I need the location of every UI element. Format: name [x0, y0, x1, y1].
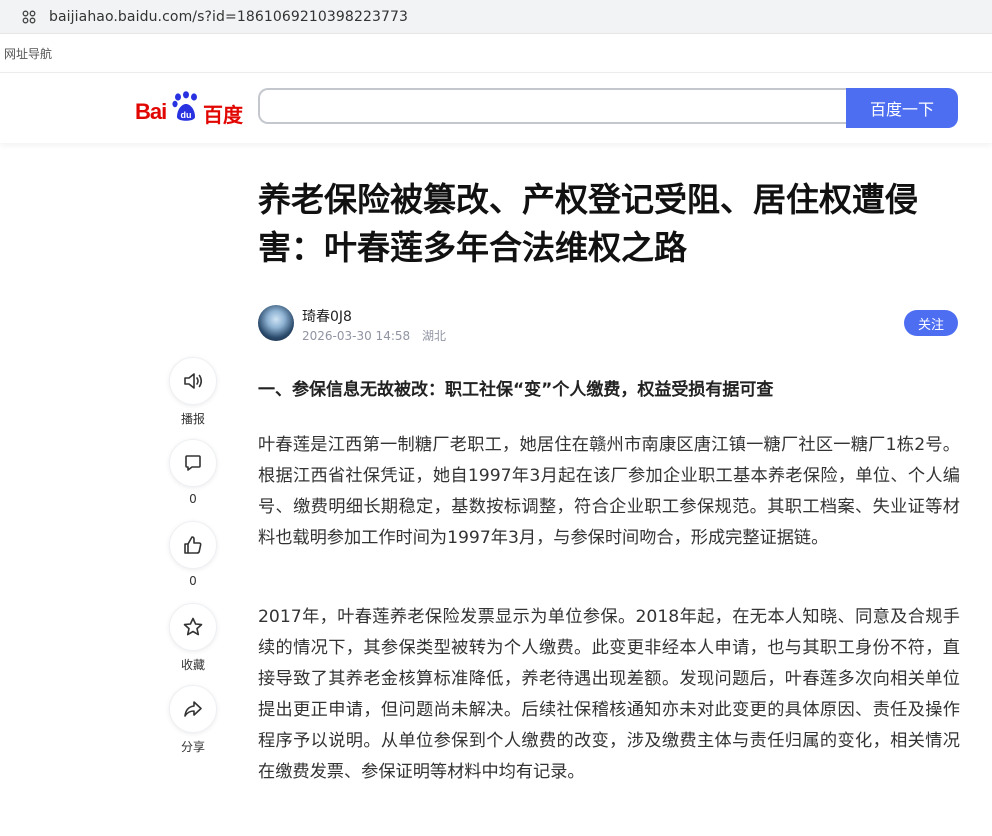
- search-button[interactable]: 百度一下: [846, 88, 958, 128]
- like-button[interactable]: [169, 521, 217, 569]
- url-text[interactable]: baijiahao.baidu.com/s?id=186106921039822…: [49, 9, 408, 25]
- logo-bai: Bai: [135, 99, 167, 124]
- logo-cn: 百度: [203, 103, 243, 127]
- article-paragraph: 叶春莲是江西第一制糖厂老职工，她居住在赣州市南康区唐江镇一糖厂社区一糖厂1栋2号…: [258, 435, 960, 548]
- bookmark-web-nav[interactable]: 网址导航: [4, 45, 52, 62]
- broadcast-action[interactable]: 播报: [169, 357, 217, 427]
- star-icon: [183, 617, 203, 636]
- like-action[interactable]: 0: [169, 521, 217, 588]
- address-bar[interactable]: baijiahao.baidu.com/s?id=186106921039822…: [0, 0, 992, 34]
- article-title: 养老保险被篡改、产权登记受阻、居住权遭侵害：叶春莲多年合法维权之路: [258, 180, 918, 267]
- favorite-button[interactable]: [169, 603, 217, 651]
- favorite-label: 收藏: [180, 658, 205, 672]
- comment-count: 0: [189, 492, 197, 506]
- publish-date: 2026-03-30 14:58: [302, 329, 411, 343]
- comment-action[interactable]: 0: [169, 439, 217, 506]
- site-header: Bai du 百度 百度一下: [0, 73, 992, 143]
- paw-icon: du: [172, 91, 197, 121]
- broadcast-label: 播报: [180, 412, 205, 426]
- logo-du: du: [181, 110, 192, 120]
- share-label: 分享: [180, 740, 205, 754]
- publish-location: 湖北: [421, 329, 446, 343]
- bookmarks-bar: 网址导航: [0, 34, 992, 73]
- article-paragraph: 2017年，叶春莲养老保险发票显示为单位参保。2018年起，在无本人知晓、同意及…: [258, 607, 960, 782]
- speaker-icon: [184, 373, 203, 389]
- broadcast-button[interactable]: [169, 357, 217, 405]
- baidu-logo[interactable]: Bai du 百度: [135, 89, 245, 127]
- share-button[interactable]: [169, 685, 217, 733]
- search-box: [258, 88, 846, 124]
- like-count: 0: [189, 574, 197, 588]
- share-action[interactable]: 分享: [169, 685, 217, 755]
- author-meta: 2026-03-30 14:58 湖北: [302, 327, 454, 344]
- search-input[interactable]: [260, 90, 846, 122]
- comment-button[interactable]: [169, 439, 217, 487]
- thumbs-up-icon: [184, 536, 202, 554]
- favorite-action[interactable]: 收藏: [169, 603, 217, 673]
- comment-icon: [185, 455, 201, 471]
- share-icon: [184, 701, 202, 717]
- avatar[interactable]: [258, 305, 294, 341]
- follow-button[interactable]: 关注: [904, 310, 958, 336]
- author-name[interactable]: 琦春0J8: [302, 306, 352, 326]
- section-heading: 一、参保信息无故被改：职工社保“变”个人缴费，权益受损有据可查: [258, 380, 774, 400]
- site-info-icon[interactable]: [21, 9, 37, 25]
